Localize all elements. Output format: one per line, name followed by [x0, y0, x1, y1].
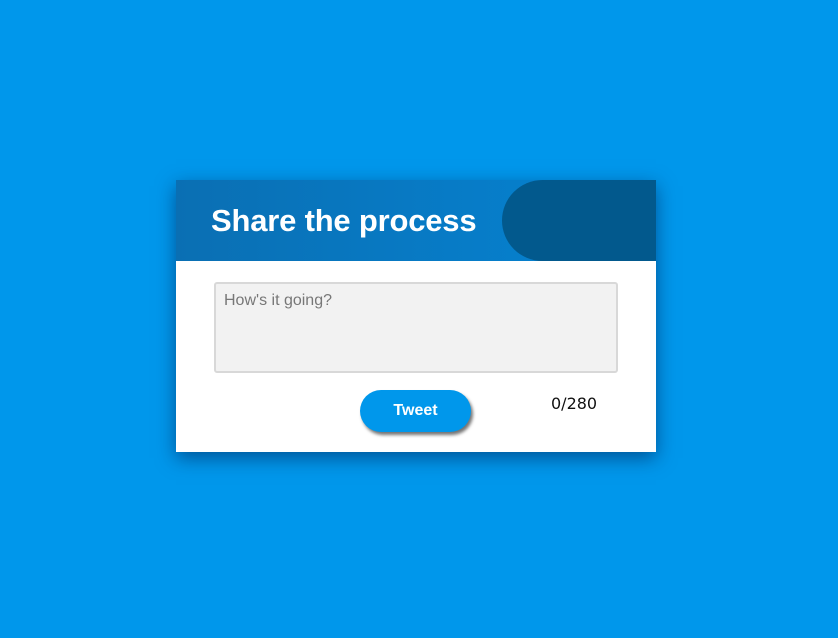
card-header: Share the process	[176, 180, 656, 261]
tweet-composer-card: Share the process Tweet 0/280	[176, 180, 656, 452]
card-title: Share the process	[211, 203, 477, 238]
compose-input[interactable]	[214, 282, 618, 373]
header-decoration	[502, 180, 656, 261]
character-counter: 0/280	[551, 394, 598, 413]
tweet-button[interactable]: Tweet	[360, 390, 471, 432]
